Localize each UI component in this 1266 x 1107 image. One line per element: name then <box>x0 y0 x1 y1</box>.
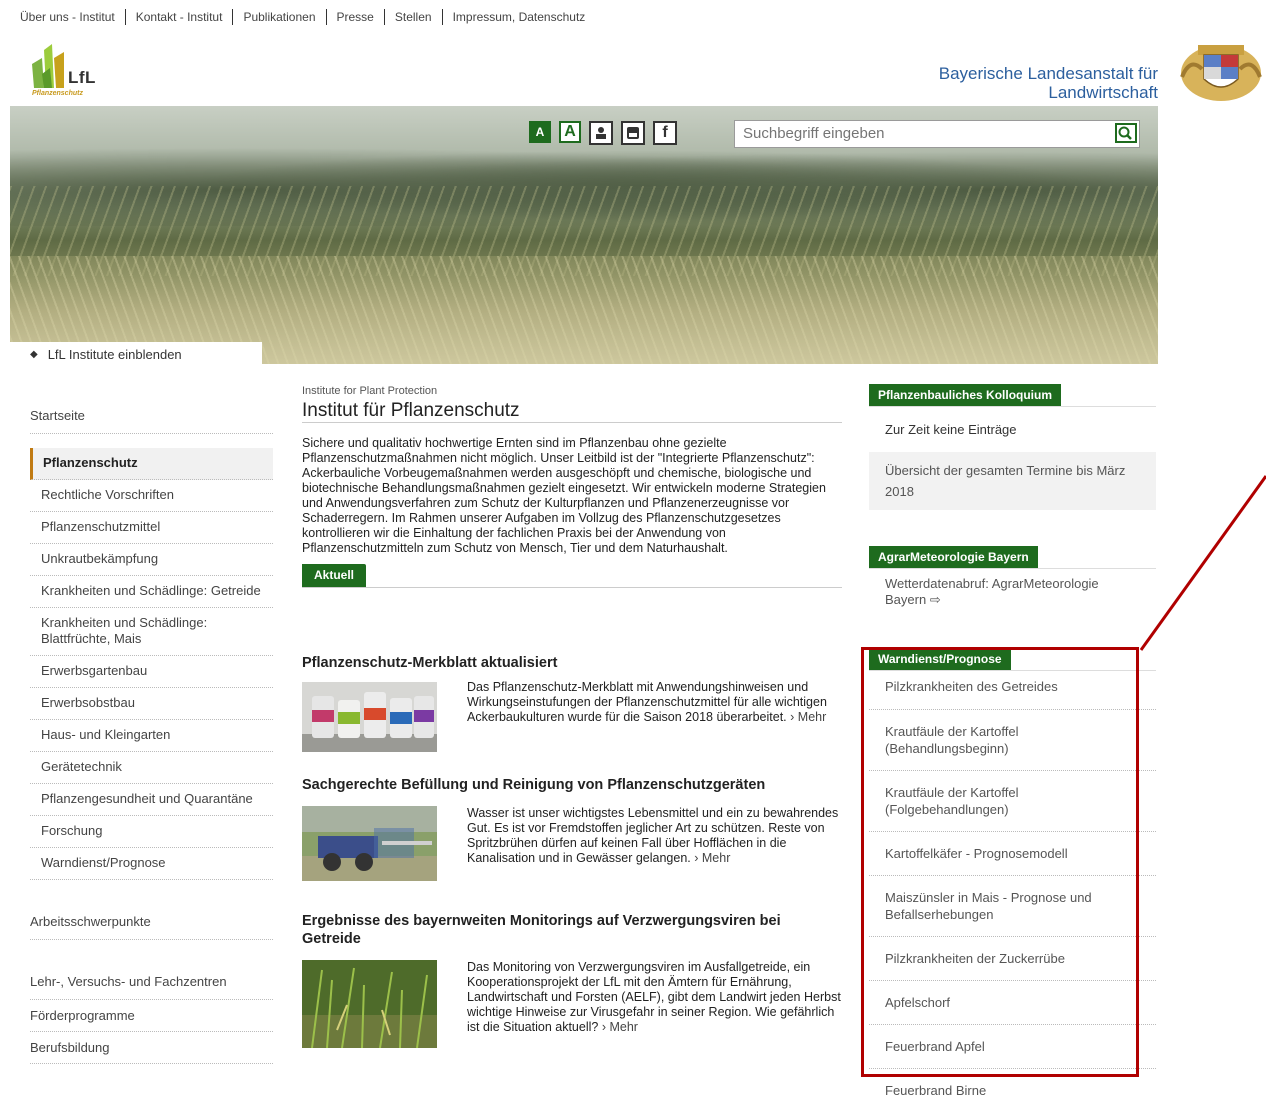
nav-fachzentren[interactable]: Lehr-, Versuchs- und Fachzentren <box>30 940 273 1000</box>
divider <box>124 9 126 25</box>
left-navigation: Startseite Pflanzenschutz Rechtliche Vor… <box>30 380 273 1064</box>
news-title[interactable]: Ergebnisse des bayernweiten Monitorings … <box>302 912 842 948</box>
more-link[interactable]: Mehr <box>790 710 826 724</box>
nav-item[interactable]: Rechtliche Vorschriften <box>30 480 273 512</box>
bavarian-coat-of-arms-icon <box>1180 45 1262 101</box>
topnav-jobs[interactable]: Stellen <box>395 10 432 24</box>
nav-item[interactable]: Unkrautbekämpfung <box>30 544 273 576</box>
font-large-button[interactable]: A <box>559 121 581 143</box>
org-line-1: Bayerische Landesanstalt für <box>938 64 1158 83</box>
main-content: Institute for Plant Protection Institut … <box>302 384 842 1048</box>
news-text: Das Pflanzenschutz-Merkblatt mit Anwendu… <box>467 680 842 725</box>
section-header: Aktuell <box>302 564 842 588</box>
news-title[interactable]: Pflanzenschutz-Merkblatt aktualisiert <box>302 654 842 672</box>
external-link-icon: ⇨ <box>929 592 941 607</box>
divider <box>232 9 234 25</box>
nav-item[interactable]: Pflanzengesundheit und Quarantäne <box>30 784 273 816</box>
nav-item[interactable]: Warndienst/Prognose <box>30 848 273 880</box>
news-image-grain[interactable] <box>302 960 437 1048</box>
search-box <box>734 120 1140 148</box>
leaf-logo-icon <box>32 44 64 88</box>
nav-item[interactable]: Erwerbsobstbau <box>30 688 273 720</box>
kolloquium-overview-link[interactable]: Übersicht der gesamten Termine bis März … <box>869 452 1156 510</box>
topnav-contact[interactable]: Kontakt - Institut <box>136 10 223 24</box>
more-link[interactable]: Mehr <box>694 851 730 865</box>
institutes-toggle[interactable]: ◆ LfL Institute einblenden <box>10 342 262 366</box>
news-item: Ergebnisse des bayernweiten Monitorings … <box>302 912 842 1048</box>
institutes-toggle-label: LfL Institute einblenden <box>47 346 182 362</box>
nav-item[interactable]: Erwerbsgartenbau <box>30 656 273 688</box>
divider <box>383 9 385 25</box>
nav-foerderprogramme[interactable]: Förderprogramme <box>30 1000 273 1032</box>
logo-text: LfL <box>68 68 96 87</box>
topnav-about[interactable]: Über uns - Institut <box>20 10 115 24</box>
topnav-press[interactable]: Presse <box>337 10 374 24</box>
kolloquium-empty: Zur Zeit keine Einträge <box>885 422 1017 437</box>
news-item: Sachgerechte Befüllung und Reinigung von… <box>302 776 842 881</box>
more-link[interactable]: Mehr <box>602 1020 638 1034</box>
facebook-icon[interactable]: f <box>653 121 677 145</box>
font-small-button[interactable]: A <box>529 121 551 143</box>
kolloquium-header: Pflanzenbauliches Kolloquium <box>869 384 1156 407</box>
news-text: Das Monitoring von Verzwergungsviren im … <box>467 960 842 1035</box>
intro-text: Sichere und qualitativ hochwertige Ernte… <box>302 436 826 555</box>
search-icon <box>1118 126 1132 140</box>
agrar-weather-link[interactable]: Wetterdatenabruf: AgrarMeteorologie Baye… <box>869 569 1156 608</box>
page-kicker: Institute for Plant Protection <box>302 385 438 397</box>
organisation-name: Bayerische Landesanstalt für Landwirtsch… <box>939 64 1158 102</box>
news-image-sprayer[interactable] <box>302 806 437 881</box>
nav-berufsbildung[interactable]: Berufsbildung <box>30 1032 273 1064</box>
nav-item[interactable]: Pflanzenschutzmittel <box>30 512 273 544</box>
news-text: Wasser ist unser wichtigstes Lebensmitte… <box>467 806 842 866</box>
nav-item[interactable]: Krankheiten und Schädlinge: Blattfrüchte… <box>30 608 273 656</box>
page-title: Institut für Pflanzenschutz <box>302 401 842 423</box>
accessibility-toolbar: A A f <box>529 121 677 145</box>
top-navigation: Über uns - Institut Kontakt - Institut P… <box>20 9 585 25</box>
nav-home[interactable]: Startseite <box>30 380 273 434</box>
news-image-bottles[interactable] <box>302 682 437 752</box>
nav-item[interactable]: Forschung <box>30 816 273 848</box>
kolloquium-title: Pflanzenbauliches Kolloquium <box>869 384 1062 406</box>
lfl-logo[interactable]: LfL Pflanzenschutz <box>30 44 120 104</box>
nav-pflanzenschutz[interactable]: Pflanzenschutz <box>30 448 273 480</box>
nav-item[interactable]: Krankheiten und Schädlinge: Getreide <box>30 576 273 608</box>
nav-item[interactable]: Gerätetechnik <box>30 752 273 784</box>
logo-subtitle: Pflanzenschutz <box>32 90 83 97</box>
news-title[interactable]: Sachgerechte Befüllung und Reinigung von… <box>302 776 842 794</box>
section-aktuell: Aktuell <box>302 564 367 587</box>
search-input[interactable] <box>735 121 1103 145</box>
updown-chevron-icon: ◆ <box>30 348 38 360</box>
nav-arbeitsschwerpunkte[interactable]: Arbeitsschwerpunkte <box>30 880 273 940</box>
org-line-2: Landwirtschaft <box>1048 83 1158 102</box>
youtube-icon[interactable] <box>621 121 645 145</box>
sign-language-icon[interactable] <box>589 121 613 145</box>
topnav-imprint[interactable]: Impressum, Datenschutz <box>453 10 586 24</box>
nav-item[interactable]: Haus- und Kleingarten <box>30 720 273 752</box>
divider <box>441 9 443 25</box>
divider <box>325 9 327 25</box>
topnav-publications[interactable]: Publikationen <box>243 10 315 24</box>
highlight-box <box>861 647 1139 1077</box>
news-item: Pflanzenschutz-Merkblatt aktualisiert Da… <box>302 654 842 752</box>
agrar-header: AgrarMeteorologie Bayern <box>869 546 1156 569</box>
agrar-title: AgrarMeteorologie Bayern <box>869 546 1038 568</box>
search-button[interactable] <box>1115 123 1137 143</box>
